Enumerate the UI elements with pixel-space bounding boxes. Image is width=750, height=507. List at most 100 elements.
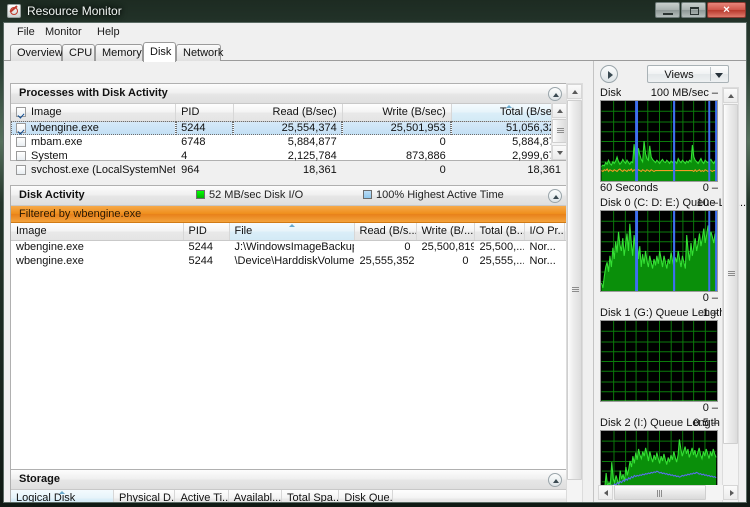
graph-panel-scrollbar[interactable] bbox=[722, 87, 739, 502]
chevron-up-icon[interactable] bbox=[548, 473, 562, 487]
column-header-total-space[interactable]: Total Spa... bbox=[281, 490, 340, 502]
select-all-checkbox[interactable] bbox=[16, 107, 26, 118]
column-header-pid[interactable]: PID bbox=[175, 104, 234, 122]
table-row[interactable]: wbengine.exe 5244 J:\WindowsImageBackup\… bbox=[11, 240, 582, 254]
column-header-disk-queue[interactable]: Disk Que... bbox=[338, 490, 393, 502]
chevron-up-icon[interactable] bbox=[548, 87, 562, 101]
panels-container: Processes with Disk Activity Image PID R… bbox=[4, 61, 746, 502]
close-button[interactable]: ✕ bbox=[707, 2, 746, 18]
scrollbar-thumb[interactable] bbox=[723, 104, 738, 444]
row-checkbox[interactable] bbox=[16, 165, 26, 175]
tab-network[interactable]: Network bbox=[176, 44, 223, 61]
column-header-image[interactable]: Image bbox=[11, 104, 177, 122]
da-file-cell: J:\WindowsImageBackup\keith-P... bbox=[234, 241, 354, 254]
table-row[interactable]: mbam.exe 6748 5,884,877 0 5,884,877 bbox=[11, 135, 567, 149]
minimize-button[interactable] bbox=[655, 2, 680, 18]
scroll-down-arrow-icon[interactable] bbox=[552, 145, 567, 160]
column-header-write[interactable]: Write (B/... bbox=[416, 223, 475, 241]
disk1-queue-length-graph-label: Disk 1 (G:) Queue Length 1 – bbox=[600, 307, 725, 320]
table-row[interactable]: wbengine.exe 5244 25,554,374 25,501,953 … bbox=[11, 121, 567, 135]
graph-panel-hscrollbar[interactable] bbox=[598, 485, 738, 500]
graph-max-value: 1 – bbox=[702, 307, 718, 319]
table-row[interactable]: wbengine.exe 5244 \Device\HarddiskVolume… bbox=[11, 254, 582, 268]
processes-with-disk-activity-panel: Processes with Disk Activity Image PID R… bbox=[10, 83, 568, 176]
graph-min-value: 0 – bbox=[702, 402, 718, 414]
da-image-cell: wbengine.exe bbox=[16, 241, 84, 254]
process-write-cell: 0 bbox=[439, 136, 446, 148]
graph-panel: Views Disk 100 MB/sec –60 Seconds 0 – Disk … bbox=[593, 61, 746, 502]
row-checkbox[interactable] bbox=[16, 123, 26, 134]
scroll-up-arrow-icon[interactable] bbox=[552, 103, 567, 118]
da-read-cell: 0 bbox=[404, 241, 411, 254]
chevron-down-icon bbox=[715, 73, 723, 78]
menu-item-help[interactable]: Help bbox=[92, 26, 125, 38]
process-read-cell: 5,884,877 bbox=[287, 136, 337, 148]
process-image-cell: System bbox=[11, 149, 176, 163]
row-checkbox[interactable] bbox=[16, 137, 26, 147]
column-header-active-time[interactable]: Active Ti... bbox=[174, 490, 229, 502]
scroll-up-arrow-icon[interactable] bbox=[723, 88, 738, 103]
column-header-filler bbox=[392, 490, 568, 502]
tab-disk[interactable]: Disk bbox=[143, 42, 176, 62]
da-file-cell: \Device\HarddiskVolumeShadow... bbox=[234, 255, 354, 267]
menu-item-file[interactable]: File bbox=[12, 26, 40, 38]
da-pid-cell: 5244 bbox=[188, 241, 213, 254]
views-button[interactable]: Views bbox=[647, 65, 729, 83]
graph-min-value: 0 – bbox=[702, 292, 718, 304]
column-header-available[interactable]: Availabl... bbox=[228, 490, 283, 502]
column-header-read[interactable]: Read (B/s... bbox=[354, 223, 417, 241]
filter-text: Filtered by wbengine.exe bbox=[19, 208, 142, 220]
column-header-image[interactable]: Image bbox=[11, 223, 184, 241]
chevron-right-icon[interactable] bbox=[600, 65, 618, 83]
disk1-queue-length-graph-footer: 0 – bbox=[600, 402, 718, 415]
process-pid-cell: 5244 bbox=[175, 121, 234, 135]
tab-memory[interactable]: Memory bbox=[95, 44, 143, 61]
processes-table-scrollbar[interactable] bbox=[551, 103, 567, 160]
left-column: Processes with Disk Activity Image PID R… bbox=[4, 61, 591, 502]
table-row[interactable]: System 4 2,125,784 873,886 2,999,671 bbox=[11, 149, 567, 163]
column-header-write[interactable]: Write (B/sec) bbox=[342, 104, 452, 122]
left-panel-scrollbar[interactable] bbox=[566, 83, 583, 502]
chevron-up-icon[interactable] bbox=[548, 189, 562, 203]
processes-table-header-row: Image PID Read (B/sec) Write (B/sec) Tot… bbox=[11, 104, 568, 122]
tab-cpu[interactable]: CPU bbox=[62, 44, 95, 61]
menu-item-monitor[interactable]: Monitor bbox=[40, 26, 87, 38]
views-label: Views bbox=[664, 69, 694, 81]
disk-activity-title: Disk Activity bbox=[19, 189, 85, 201]
processes-panel-header: Processes with Disk Activity bbox=[11, 84, 567, 104]
scrollbar-thumb[interactable] bbox=[614, 485, 706, 500]
menu-bar: File Monitor Help bbox=[4, 23, 746, 42]
table-row[interactable]: svchost.exe (LocalSystemNet... 964 18,36… bbox=[11, 163, 567, 177]
scroll-right-arrow-icon[interactable] bbox=[723, 485, 738, 500]
column-header-total[interactable]: Total (B/sec) bbox=[451, 104, 568, 122]
maximize-button[interactable] bbox=[681, 2, 706, 18]
legend-swatch-blue bbox=[363, 190, 372, 199]
disk1-queue-length-graph: Disk 1 (G:) Queue Length 1 – 0 – bbox=[600, 307, 725, 415]
window-title: Resource Monitor bbox=[27, 4, 122, 18]
scrollbar-thumb[interactable] bbox=[552, 119, 567, 143]
column-header-pid[interactable]: PID bbox=[183, 223, 230, 241]
da-total-cell: 25,555,... bbox=[479, 255, 524, 267]
process-total-cell: 5,884,877 bbox=[512, 136, 561, 148]
disk-activity-header: Disk Activity 52 MB/sec Disk I/O 100% Hi… bbox=[11, 186, 567, 206]
column-header-total[interactable]: Total (B... bbox=[474, 223, 525, 241]
disk2-queue-length-graph-label: Disk 2 (I:) Queue Length 0.5 – bbox=[600, 417, 720, 430]
disk-throughput-graph-footer: 60 Seconds 0 – bbox=[600, 182, 718, 195]
da-read-cell: 25,555,352 bbox=[359, 255, 415, 267]
da-pid-cell: 5244 bbox=[188, 255, 213, 267]
process-pid-cell: 4 bbox=[181, 150, 188, 162]
column-header-io-priority[interactable]: I/O Pr... bbox=[524, 223, 565, 241]
scroll-left-arrow-icon[interactable] bbox=[598, 485, 613, 500]
column-header-physical-disk[interactable]: Physical D... bbox=[113, 490, 176, 502]
process-pid-cell: 964 bbox=[181, 164, 200, 176]
resource-monitor-window: Resource Monitor ✕ File Monitor Help Ove… bbox=[0, 0, 750, 507]
scrollbar-thumb[interactable] bbox=[567, 100, 582, 480]
column-header-read[interactable]: Read (B/sec) bbox=[233, 104, 343, 122]
processes-panel-title: Processes with Disk Activity bbox=[19, 87, 168, 99]
disk2-queue-length-graph-canvas bbox=[600, 430, 718, 492]
tab-overview[interactable]: Overview bbox=[10, 44, 63, 61]
scroll-up-arrow-icon[interactable] bbox=[567, 84, 582, 99]
column-header-file[interactable]: File bbox=[229, 223, 355, 241]
row-checkbox[interactable] bbox=[16, 151, 26, 161]
column-header-logical-disk[interactable]: Logical Disk bbox=[11, 490, 114, 502]
